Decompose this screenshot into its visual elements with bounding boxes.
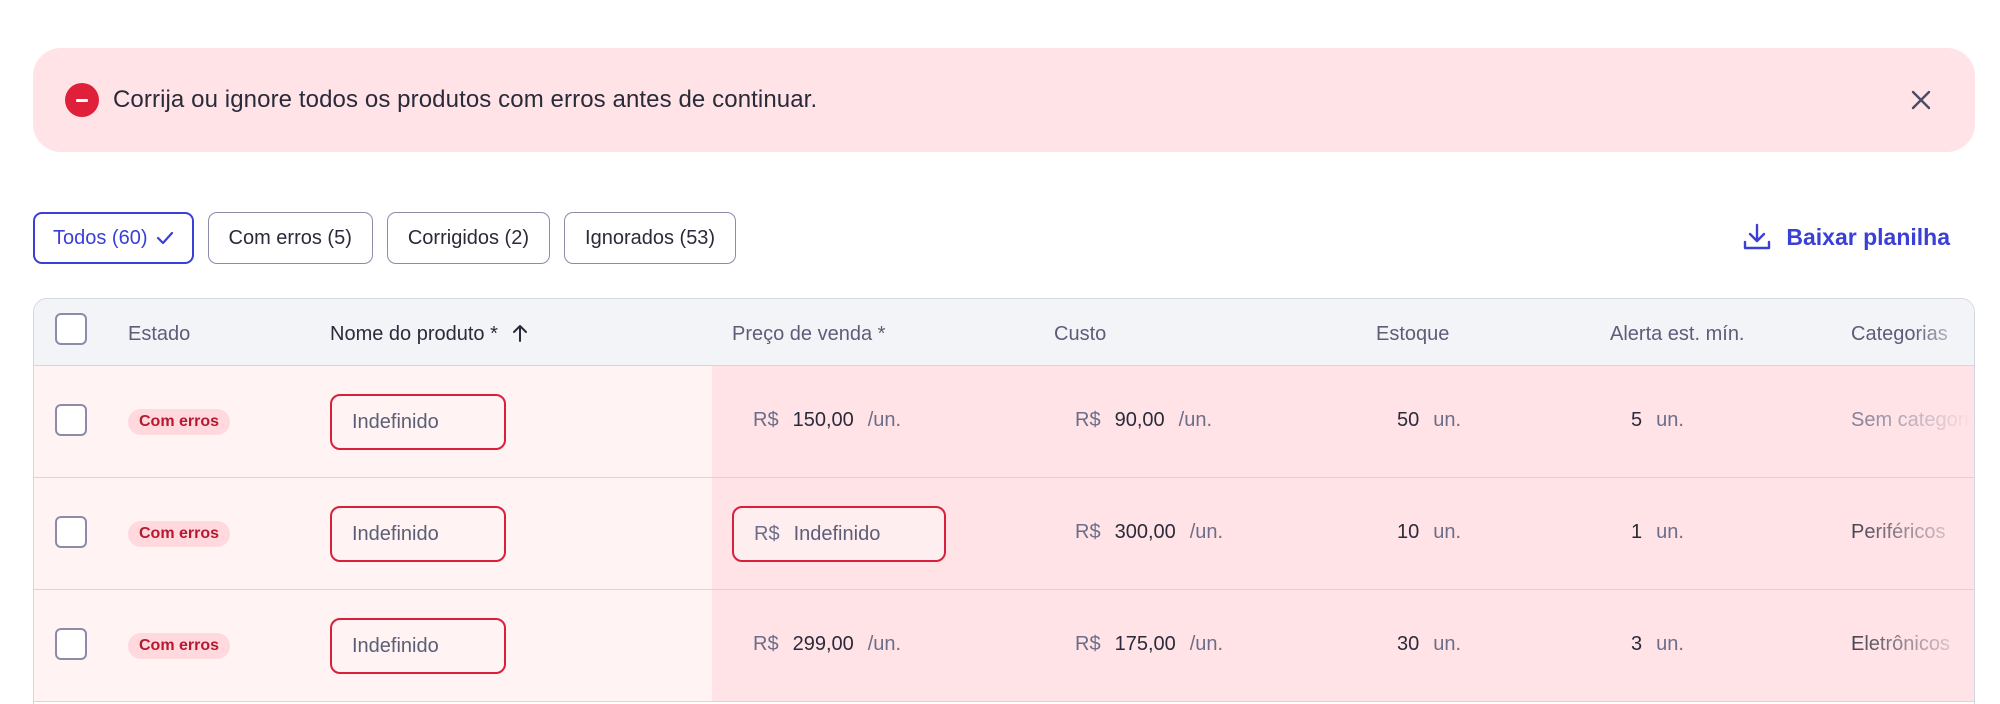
filter-label: Ignorados (53) <box>585 226 716 249</box>
status-badge: Com erros <box>128 633 231 659</box>
table-header: Estado Nome do produto * Preço de venda … <box>34 299 1974 366</box>
row-checkbox[interactable] <box>55 628 87 660</box>
filter-fixed-button[interactable]: Corrigidos (2) <box>386 212 551 264</box>
cost-cell[interactable]: R$ 175,00/un. <box>1075 633 1223 656</box>
download-icon <box>1744 223 1771 250</box>
header-cost[interactable]: Custo <box>1054 323 1106 346</box>
status-badge: Com erros <box>128 521 231 547</box>
filter-label: Corrigidos (2) <box>407 226 530 249</box>
min-alert-cell[interactable]: 3 un. <box>1631 633 1684 656</box>
category-cell[interactable]: Periféricos <box>1851 521 1945 544</box>
row-checkbox[interactable] <box>55 516 87 548</box>
error-minus-icon <box>65 83 99 117</box>
cost-cell[interactable]: R$ 300,00/un. <box>1075 521 1223 544</box>
header-status[interactable]: Estado <box>128 323 190 346</box>
download-spreadsheet-button[interactable]: Baixar planilha <box>1742 222 1950 252</box>
download-label: Baixar planilha <box>1786 223 1950 250</box>
header-stock[interactable]: Estoque <box>1376 323 1449 346</box>
category-cell[interactable]: Sem categoria <box>1851 409 1974 432</box>
filter-all-button[interactable]: Todos (60) <box>33 212 194 264</box>
stock-cell[interactable]: 30 un. <box>1397 633 1461 656</box>
arrow-up-icon <box>513 325 528 342</box>
header-sale-price[interactable]: Preço de venda * <box>732 323 885 346</box>
select-all-checkbox[interactable] <box>55 313 87 345</box>
filter-pills: Todos (60) Com erros (5) Corrigidos (2) … <box>33 212 737 264</box>
check-icon <box>156 231 173 245</box>
table-row: Com erros Indefinido R$ Indefinido R$ 300… <box>34 478 1974 590</box>
sale-price-cell[interactable]: R$ 299,00/un. <box>753 633 901 656</box>
row-checkbox[interactable] <box>55 404 87 436</box>
stock-cell[interactable]: 10 un. <box>1397 521 1461 544</box>
products-table: Estado Nome do produto * Preço de venda … <box>33 298 1975 704</box>
table-row: Com erros Indefinido R$ 299,00/un. R$ 175,… <box>34 590 1974 702</box>
header-product-name[interactable]: Nome do produto * <box>330 323 529 346</box>
sale-price-input[interactable]: R$ Indefinido <box>732 506 946 562</box>
header-min-stock-alert[interactable]: Alerta est. mín. <box>1610 323 1745 346</box>
alert-message: Corrija ou ignore todos os produtos com … <box>113 86 818 113</box>
table-row: Com erros Indefinido R$ 150,00/un. R$ 90,0… <box>34 366 1974 478</box>
product-name-input[interactable]: Indefinido <box>330 506 506 562</box>
status-badge: Com erros <box>128 409 231 435</box>
error-alert-banner: Corrija ou ignore todos os produtos com … <box>33 48 1975 152</box>
filter-label: Todos (60) <box>53 226 148 249</box>
filter-errors-button[interactable]: Com erros (5) <box>207 212 373 264</box>
min-alert-cell[interactable]: 5 un. <box>1631 409 1684 432</box>
import-review-page: Corrija ou ignore todos os produtos com … <box>0 0 2000 704</box>
sale-price-cell[interactable]: R$ 150,00/un. <box>753 409 901 432</box>
filter-label: Com erros (5) <box>228 226 352 249</box>
cost-cell[interactable]: R$ 90,00/un. <box>1075 409 1212 432</box>
category-cell[interactable]: Eletrônicos <box>1851 633 1950 656</box>
header-categories[interactable]: Categorias <box>1851 323 1948 346</box>
filter-ignored-button[interactable]: Ignorados (53) <box>564 212 737 264</box>
stock-cell[interactable]: 50 un. <box>1397 409 1461 432</box>
product-name-input[interactable]: Indefinido <box>330 394 506 450</box>
close-icon[interactable] <box>1907 86 1935 114</box>
product-name-input[interactable]: Indefinido <box>330 618 506 674</box>
min-alert-cell[interactable]: 1 un. <box>1631 521 1684 544</box>
